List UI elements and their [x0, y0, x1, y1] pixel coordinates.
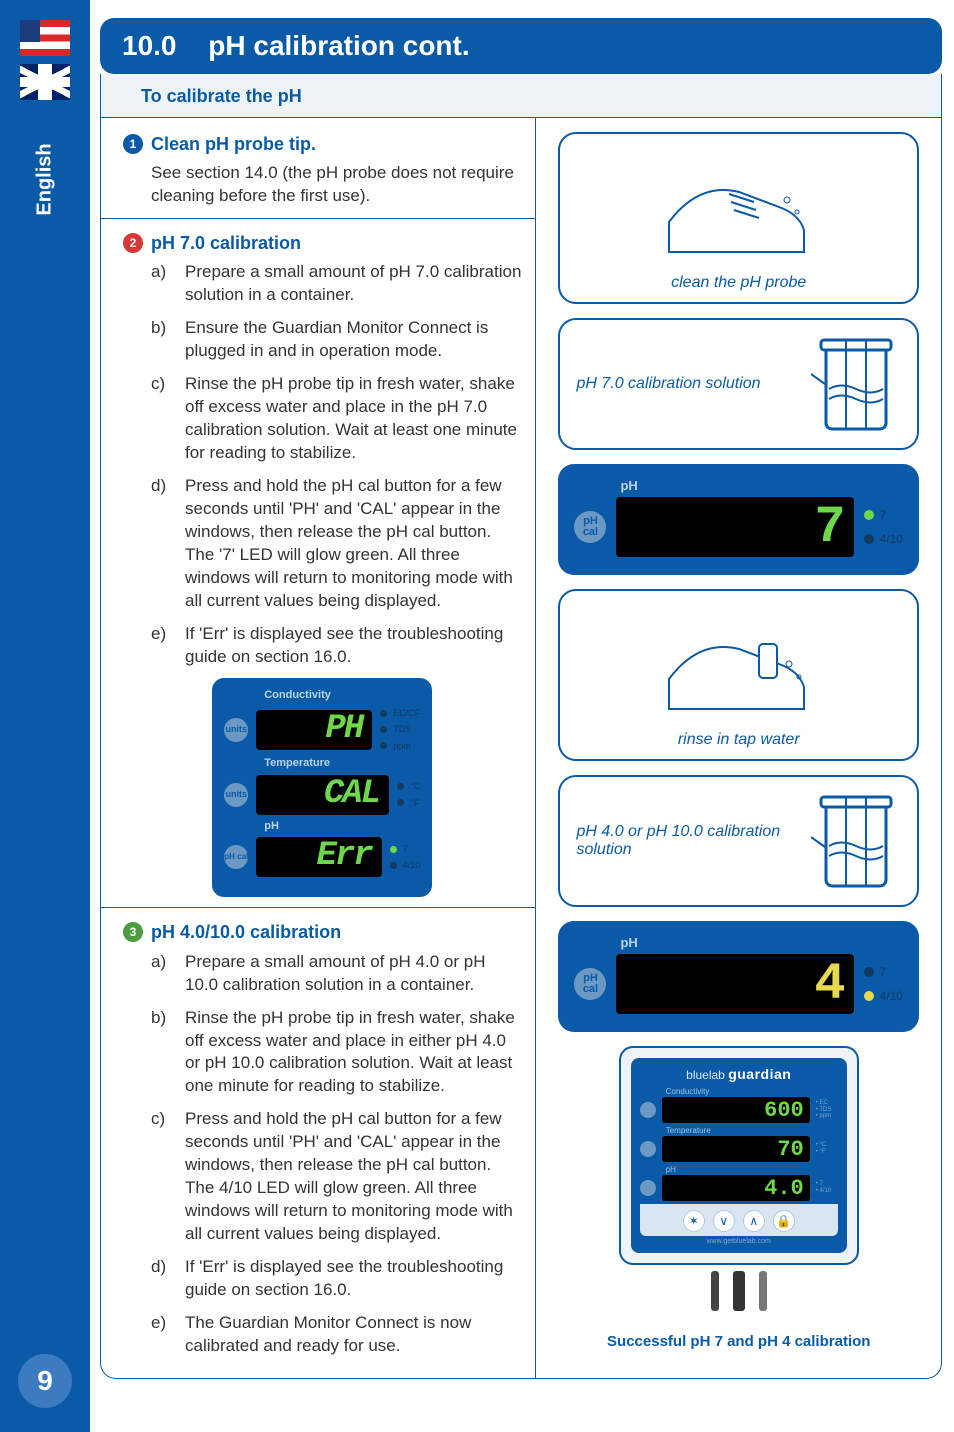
- s2-c-text: Rinse the pH probe tip in fresh water, s…: [185, 373, 521, 465]
- p-r1-title: Conductivity: [666, 1087, 838, 1096]
- section-header: 10.0 pH calibration cont.: [100, 18, 942, 74]
- product-brand: bluelab guardian: [640, 1066, 838, 1082]
- s3-a-label: a): [151, 951, 171, 997]
- p-r2-btn: [640, 1141, 656, 1157]
- tp-r1-title: Conductivity: [264, 688, 420, 703]
- step-1-badge: 1: [123, 134, 143, 154]
- subheader: To calibrate the pH: [101, 74, 941, 118]
- s3-d-text: If 'Err' is displayed see the troublesho…: [185, 1256, 521, 1302]
- panel7-btn: pH cal: [574, 511, 606, 543]
- s2-b-label: b): [151, 317, 171, 363]
- s2-a-text: Prepare a small amount of pH 7.0 calibra…: [185, 261, 521, 307]
- step-2-badge: 2: [123, 233, 143, 253]
- panel7-title: pH: [620, 478, 903, 493]
- footer-caption: Successful pH 7 and pH 4 calibration: [607, 1333, 870, 1350]
- s3-a-text: Prepare a small amount of pH 4.0 or pH 1…: [185, 951, 521, 997]
- panel4-leds: 7 4/10: [864, 965, 903, 1003]
- hand-rinse-icon: [659, 609, 819, 719]
- p-r3-btn: [640, 1180, 656, 1196]
- panel7-lcd: 7: [616, 497, 853, 557]
- illustrations-column: clean the pH probe pH 7.0 calibration so…: [536, 118, 941, 1378]
- beaker-icon: [811, 334, 901, 434]
- tp-r3-leds: 7 4/10: [390, 843, 421, 871]
- main-content: 10.0 pH calibration cont. To calibrate t…: [100, 18, 942, 1420]
- s3-c-label: c): [151, 1108, 171, 1246]
- illustration-ph4-solution: pH 4.0 or pH 10.0 calibration solution: [558, 775, 919, 907]
- cables-icon: [619, 1271, 859, 1311]
- step-2-title: pH 7.0 calibration: [151, 231, 301, 255]
- section-title: pH calibration cont.: [208, 30, 469, 61]
- s3-d-label: d): [151, 1256, 171, 1302]
- tp-r2-title: Temperature: [264, 756, 420, 771]
- hand-cleaning-icon: [659, 152, 819, 262]
- step-3-badge: 3: [123, 922, 143, 942]
- illustration-clean-probe: clean the pH probe: [558, 132, 919, 304]
- panel7-leds: 7 4/10: [864, 508, 903, 546]
- flag-uk-icon: [20, 64, 70, 100]
- display-panel-ph7: pH pH cal 7 7 4/10: [558, 464, 919, 575]
- p-r1-btn: [640, 1102, 656, 1118]
- instructions-column: 1 Clean pH probe tip. See section 14.0 (…: [101, 118, 536, 1378]
- s3-b-text: Rinse the pH probe tip in fresh water, s…: [185, 1007, 521, 1099]
- s2-c-label: c): [151, 373, 171, 465]
- tp-r1-leds: EC/CF TDS ppm: [380, 707, 420, 751]
- tp-r2-lcd: CAL: [256, 775, 389, 815]
- step-3: 3 pH 4.0/10.0 calibration a) Prepare a sm…: [123, 920, 521, 1357]
- sidebar-language: English: [33, 143, 56, 215]
- panel4-title: pH: [620, 935, 903, 950]
- caption-clean: clean the pH probe: [671, 274, 806, 292]
- tp-r3-btn: pH cal: [224, 845, 248, 869]
- panel4-lcd: 4: [616, 954, 853, 1014]
- s2-d-label: d): [151, 475, 171, 613]
- tp-r1-lcd: PH: [256, 710, 372, 750]
- up-icon: ∧: [743, 1210, 765, 1232]
- p-r3-title: pH: [666, 1165, 838, 1174]
- alarm-icon: ✶: [683, 1210, 705, 1232]
- sidebar: English 9: [0, 0, 90, 1432]
- step-3-title: pH 4.0/10.0 calibration: [151, 920, 341, 944]
- beaker-icon: [811, 791, 901, 891]
- s2-e-label: e): [151, 623, 171, 669]
- display-panel-ph4: pH pH cal 4 7 4/10: [558, 921, 919, 1032]
- s2-b-text: Ensure the Guardian Monitor Connect is p…: [185, 317, 521, 363]
- flag-us-icon: [20, 20, 70, 56]
- tp-r3-title: pH: [264, 819, 420, 834]
- p-r2-lcd: 70: [662, 1136, 810, 1162]
- panel4-btn: pH cal: [574, 968, 606, 1000]
- tp-r2-btn: units: [224, 783, 248, 807]
- p-r3-lcd: 4.0: [662, 1175, 810, 1201]
- product-site: www.getbluelab.com: [640, 1238, 838, 1245]
- s3-b-label: b): [151, 1007, 171, 1099]
- s2-a-label: a): [151, 261, 171, 307]
- lock-icon: 🔒: [773, 1210, 795, 1232]
- down-icon: ∨: [713, 1210, 735, 1232]
- caption-rinse: rinse in tap water: [678, 731, 800, 749]
- product-illustration: bluelab guardian Conductivity 600• EC• T…: [619, 1046, 859, 1311]
- s3-e-label: e): [151, 1312, 171, 1358]
- tp-r2-leds: °C °F: [397, 780, 420, 808]
- s3-e-text: The Guardian Monitor Connect is now cali…: [185, 1312, 521, 1358]
- tp-r1-btn: units: [224, 718, 248, 742]
- p-r2-title: Temperature: [666, 1126, 838, 1135]
- step-1-title: Clean pH probe tip.: [151, 132, 316, 156]
- s3-c-text: Press and hold the pH cal button for a f…: [185, 1108, 521, 1246]
- illustration-ph7-solution: pH 7.0 calibration solution: [558, 318, 919, 450]
- step-1-body: See section 14.0 (the pH probe does not …: [123, 162, 521, 208]
- page-number: 9: [18, 1354, 72, 1408]
- p-r1-lcd: 600: [662, 1097, 810, 1123]
- step-2: 2 pH 7.0 calibration a) Prepare a small a…: [123, 231, 521, 897]
- error-display-diagram: Conductivity units PH EC/CF TDS ppm Temp…: [212, 678, 432, 897]
- section-number: 10.0: [122, 30, 177, 61]
- tp-r3-lcd: Err: [256, 837, 381, 877]
- caption-ph7: pH 7.0 calibration solution: [576, 375, 799, 393]
- illustration-rinse: rinse in tap water: [558, 589, 919, 761]
- product-controls: ✶ ∨ ∧ 🔒: [640, 1204, 838, 1236]
- step-1: 1 Clean pH probe tip. See section 14.0 (…: [123, 132, 521, 208]
- s2-d-text: Press and hold the pH cal button for a f…: [185, 475, 521, 613]
- caption-ph4: pH 4.0 or pH 10.0 calibration solution: [576, 823, 799, 859]
- s2-e-text: If 'Err' is displayed see the troublesho…: [185, 623, 521, 669]
